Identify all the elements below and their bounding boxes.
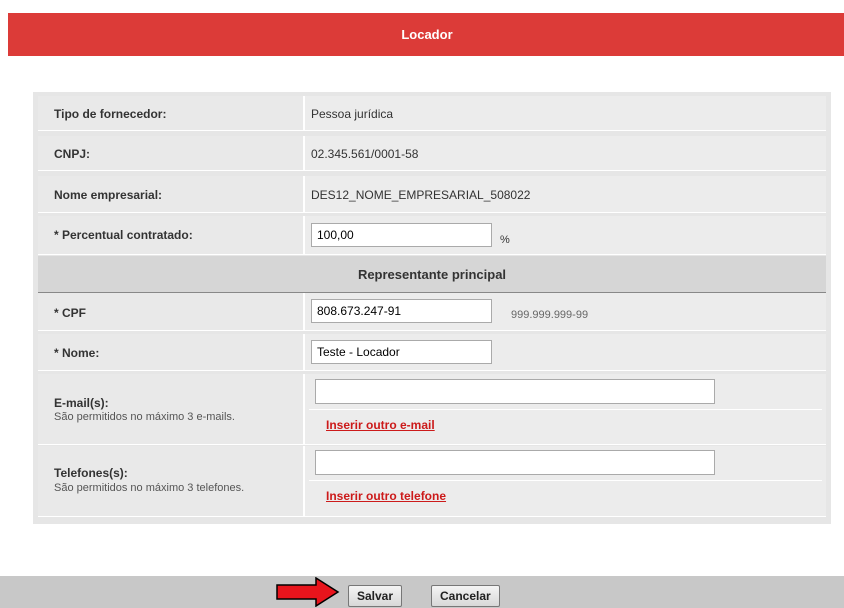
row-percent: * Percentual contratado: % bbox=[38, 216, 826, 255]
supplier-type-label: Tipo de fornecedor: bbox=[54, 107, 167, 121]
cpf-format-hint: 999.999.999-99 bbox=[511, 309, 589, 321]
name-input[interactable] bbox=[311, 340, 492, 364]
page-header: Locador bbox=[8, 13, 844, 56]
percent-label: * Percentual contratado: bbox=[54, 228, 193, 242]
cnpj-value: 02.345.561/0001-58 bbox=[311, 147, 419, 161]
cpf-input[interactable] bbox=[311, 299, 492, 323]
save-button[interactable]: Salvar bbox=[348, 585, 403, 607]
cancel-button[interactable]: Cancelar bbox=[431, 585, 500, 607]
cpf-label: * CPF bbox=[54, 306, 87, 320]
emails-sublabel: São permitidos no máximo 3 e-mails. bbox=[54, 411, 235, 423]
row-supplier-type: Tipo de fornecedor: Pessoa jurídica bbox=[38, 96, 826, 131]
representative-section-header: Representante principal bbox=[38, 256, 826, 293]
row-emails: E-mail(s): São permitidos no máximo 3 e-… bbox=[38, 374, 826, 445]
form-footer: Salvar Cancelar bbox=[0, 576, 844, 608]
pointer-arrow-icon bbox=[276, 577, 340, 607]
cnpj-label: CNPJ: bbox=[54, 147, 91, 161]
company-name-value: DES12_NOME_EMPRESARIAL_508022 bbox=[311, 188, 531, 202]
row-cnpj: CNPJ: 02.345.561/0001-58 bbox=[38, 136, 826, 171]
locador-form: Tipo de fornecedor: Pessoa jurídica CNPJ… bbox=[33, 92, 831, 524]
row-cpf: * CPF 999.999.999-99 bbox=[38, 293, 826, 331]
add-phone-link[interactable]: Inserir outro telefone bbox=[326, 489, 446, 503]
name-label: * Nome: bbox=[54, 346, 100, 360]
company-name-label: Nome empresarial: bbox=[54, 188, 163, 202]
percent-unit: % bbox=[500, 234, 510, 246]
phone-input[interactable] bbox=[315, 450, 715, 475]
emails-label: E-mail(s): bbox=[54, 396, 109, 410]
row-company-name: Nome empresarial: DES12_NOME_EMPRESARIAL… bbox=[38, 176, 826, 213]
phones-sublabel: São permitidos no máximo 3 telefones. bbox=[54, 482, 245, 494]
phones-label: Telefones(s): bbox=[54, 466, 128, 480]
email-input[interactable] bbox=[315, 379, 715, 404]
page-title: Locador bbox=[401, 27, 453, 42]
section-title: Representante principal bbox=[357, 266, 507, 282]
row-name: * Nome: bbox=[38, 334, 826, 371]
percent-input[interactable] bbox=[311, 223, 492, 247]
supplier-type-value: Pessoa jurídica bbox=[311, 107, 394, 121]
row-phones: Telefones(s): São permitidos no máximo 3… bbox=[38, 446, 826, 517]
add-email-link[interactable]: Inserir outro e-mail bbox=[326, 418, 435, 432]
